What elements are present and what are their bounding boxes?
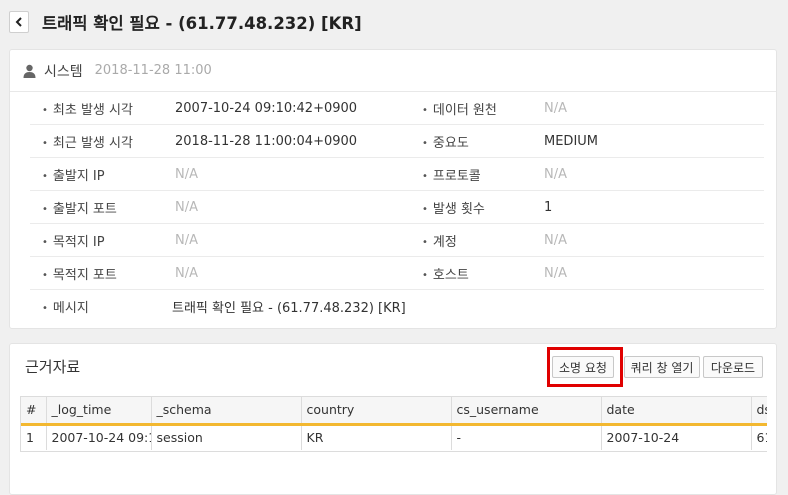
column-header[interactable]: # — [21, 397, 47, 426]
field-value: N/A — [175, 199, 198, 215]
user-icon — [23, 64, 36, 78]
field-label: 데이터 원천 — [432, 102, 497, 118]
bullet: • — [42, 104, 48, 116]
field-value: N/A — [544, 265, 567, 281]
table-cell: KR — [301, 424, 452, 450]
message-value: 트래픽 확인 필요 - (61.77.48.232) [KR] — [172, 301, 406, 316]
column-header[interactable]: cs_username — [451, 397, 602, 426]
table-cell: - — [451, 424, 602, 450]
column-header[interactable]: _log_time — [46, 397, 152, 426]
alert-info-card: 시스템 2018-11-28 11:00 • 최초 발생 시각 2007-10-2… — [9, 49, 777, 329]
source-label: 시스템 — [44, 63, 83, 80]
download-button[interactable]: 다운로드 — [703, 356, 763, 378]
chevron-left-icon — [15, 17, 22, 27]
source-time: 2018-11-28 11:00 — [94, 63, 212, 78]
table-cell: 2007-10-24 — [601, 424, 752, 450]
column-header[interactable]: _schema — [151, 397, 302, 426]
explain-request-button[interactable]: 소명 요청 — [552, 356, 614, 378]
field-value: MEDIUM — [544, 133, 599, 149]
table-cell: 61. — [751, 424, 767, 450]
message-row: • 메시지 트래픽 확인 필요 - (61.77.48.232) [KR] — [30, 290, 764, 323]
bullet: • — [42, 236, 48, 248]
bullet: • — [422, 170, 428, 182]
info-row: • 출발지 IP N/A • 프로토콜 N/A — [30, 158, 764, 191]
evidence-title: 근거자료 — [25, 358, 81, 376]
field-label: 계정 — [432, 234, 457, 250]
field-label: 중요도 — [432, 135, 469, 151]
field-value: N/A — [175, 166, 198, 182]
field-value: N/A — [175, 232, 198, 248]
field-value: N/A — [175, 265, 198, 281]
info-row: • 출발지 포트 N/A • 발생 횟수 1 — [30, 191, 764, 224]
top-bar: 트래픽 확인 필요 - (61.77.48.232) [KR] — [0, 0, 788, 45]
back-button[interactable] — [9, 11, 29, 33]
info-row: • 최초 발생 시각 2007-10-24 09:10:42+0900 • 데이터 … — [30, 92, 764, 125]
field-label: 최근 발생 시각 — [52, 135, 133, 151]
bullet: • — [42, 137, 48, 149]
field-value: N/A — [544, 100, 567, 116]
bullet: • — [42, 269, 48, 281]
field-label: 출발지 IP — [52, 168, 105, 184]
evidence-table-wrap[interactable]: # _log_time _schema country cs_username … — [20, 396, 767, 452]
info-row: • 목적지 포트 N/A • 호스트 N/A — [30, 257, 764, 290]
bullet: • — [422, 104, 428, 116]
field-label: 출발지 포트 — [52, 201, 117, 217]
evidence-card: 근거자료 소명 요청 쿼리 창 열기 다운로드 # _log_time _sch… — [9, 343, 777, 495]
field-value: N/A — [544, 232, 567, 248]
bullet: • — [42, 170, 48, 182]
info-row: • 최근 발생 시각 2018-11-28 11:00:04+0900 • 중요도 … — [30, 125, 764, 158]
field-label: 프로토콜 — [432, 168, 481, 184]
field-label: 최초 발생 시각 — [52, 102, 133, 118]
bullet: • — [422, 203, 428, 215]
bullet: • — [42, 303, 48, 314]
field-value: N/A — [544, 166, 567, 182]
table-row[interactable]: 1 2007-10-24 09:10 session KR - 2007-10-… — [21, 424, 767, 450]
table-cell: 1 — [21, 424, 47, 450]
column-header[interactable]: date — [601, 397, 752, 426]
bullet: • — [42, 203, 48, 215]
open-query-button[interactable]: 쿼리 창 열기 — [624, 356, 700, 378]
table-cell: 2007-10-24 09:10 — [46, 424, 152, 450]
bullet: • — [422, 137, 428, 149]
field-label: 목적지 포트 — [52, 267, 117, 283]
table-header-row: # _log_time _schema country cs_username … — [21, 397, 767, 426]
field-value: 1 — [544, 199, 553, 215]
info-card-header: 시스템 2018-11-28 11:00 — [10, 50, 776, 92]
field-label: 호스트 — [432, 267, 469, 283]
evidence-table: # _log_time _schema country cs_username … — [21, 397, 767, 450]
message-label: 메시지 — [52, 301, 89, 316]
field-value: 2018-11-28 11:00:04+0900 — [175, 133, 358, 149]
column-header[interactable]: dst — [751, 397, 767, 426]
field-value: 2007-10-24 09:10:42+0900 — [175, 100, 358, 116]
field-label: 목적지 IP — [52, 234, 105, 250]
field-label: 발생 횟수 — [432, 201, 485, 217]
column-header[interactable]: country — [301, 397, 452, 426]
table-cell: session — [151, 424, 302, 450]
info-rows: • 최초 발생 시각 2007-10-24 09:10:42+0900 • 데이터 … — [10, 92, 776, 323]
bullet: • — [422, 269, 428, 281]
bullet: • — [422, 236, 428, 248]
page-title: 트래픽 확인 필요 - (61.77.48.232) [KR] — [42, 14, 362, 33]
info-row: • 목적지 IP N/A • 계정 N/A — [30, 224, 764, 257]
